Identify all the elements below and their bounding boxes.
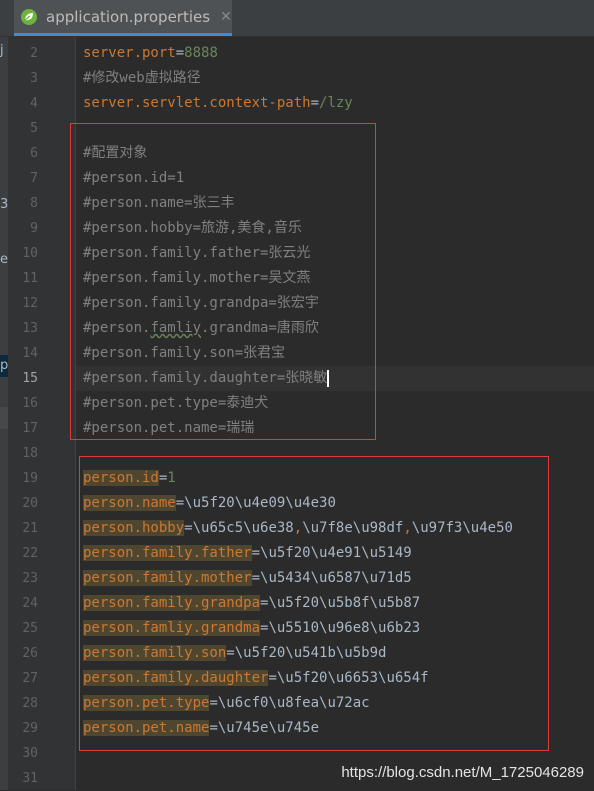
line-number: 27 xyxy=(22,671,38,686)
line-number: 8 xyxy=(30,196,38,211)
line-number: 18 xyxy=(22,446,38,461)
property-key: server.port xyxy=(83,45,176,61)
annotation-box-comments xyxy=(70,123,376,440)
line-number: 25 xyxy=(22,621,38,636)
code-line: server.port=8888 xyxy=(83,41,218,66)
line-number-gutter: 2 3 4 5 6 7 8 9 10 11 12 13 14 15 16 17 … xyxy=(8,37,76,790)
equals-sign: = xyxy=(175,45,185,61)
watermark: https://blog.csdn.net/M_1725046289 xyxy=(341,764,584,781)
left-strip-marker xyxy=(0,407,8,429)
line-number: 31 xyxy=(22,771,38,786)
editor-tab-bar: application.properties ✕ xyxy=(0,0,594,37)
line-number: 29 xyxy=(22,721,38,736)
line-number: 10 xyxy=(22,246,38,261)
left-tool-strip: j 3 e p xyxy=(0,37,8,790)
line-number: 5 xyxy=(30,121,38,136)
annotation-box-unicode xyxy=(79,456,549,751)
line-number: 7 xyxy=(30,171,38,186)
close-icon[interactable]: ✕ xyxy=(220,9,232,25)
line-number: 26 xyxy=(22,646,38,661)
line-number: 12 xyxy=(22,296,38,311)
line-number: 20 xyxy=(22,496,38,511)
property-key: server.servlet.context-path xyxy=(83,95,311,111)
tab-application-properties[interactable]: application.properties ✕ xyxy=(14,0,232,36)
equals-sign: = xyxy=(310,95,320,111)
line-number: 9 xyxy=(30,221,38,236)
line-number: 28 xyxy=(22,696,38,711)
left-strip-glyph: e xyxy=(0,252,8,267)
line-number: 21 xyxy=(22,521,38,536)
line-number: 6 xyxy=(30,146,38,161)
line-number: 24 xyxy=(22,596,38,611)
property-value: /lzy xyxy=(319,95,353,111)
line-number: 2 xyxy=(30,46,38,61)
line-number: 30 xyxy=(22,746,38,761)
left-strip-glyph: j xyxy=(0,43,4,58)
left-strip-glyph: p xyxy=(0,358,8,373)
line-number: 4 xyxy=(30,96,38,111)
spring-leaf-icon xyxy=(21,8,37,25)
left-strip-glyph: 3 xyxy=(0,197,8,212)
code-line: server.servlet.context-path=/lzy xyxy=(83,91,353,116)
line-number: 17 xyxy=(22,421,38,436)
line-number: 23 xyxy=(22,571,38,586)
comment-line: #修改web虚拟路径 xyxy=(83,70,201,86)
line-number: 14 xyxy=(22,346,38,361)
line-number: 16 xyxy=(22,396,38,411)
property-value: 8888 xyxy=(184,45,218,61)
line-number-active: 15 xyxy=(22,371,38,386)
line-number: 11 xyxy=(22,271,38,286)
line-number: 22 xyxy=(22,546,38,561)
tab-title: application.properties xyxy=(46,7,211,26)
line-number: 19 xyxy=(22,471,38,486)
line-number: 13 xyxy=(22,321,38,336)
line-number: 3 xyxy=(30,71,38,86)
